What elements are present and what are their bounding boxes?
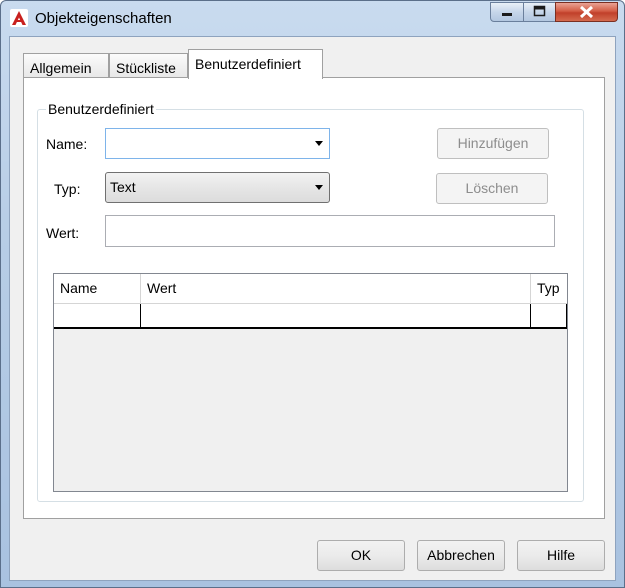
title-bar[interactable]: Objekteigenschaften: [1, 1, 624, 35]
chevron-down-icon[interactable]: [315, 141, 323, 146]
tab-panel: Benutzerdefiniert Name: Hinzufügen Typ: …: [23, 77, 605, 519]
chevron-down-icon[interactable]: [315, 185, 323, 190]
type-label: Typ:: [54, 181, 81, 197]
minimize-button[interactable]: [490, 2, 524, 22]
group-title: Benutzerdefiniert: [46, 101, 156, 117]
help-button[interactable]: Hilfe: [517, 540, 605, 571]
delete-button[interactable]: Löschen: [436, 173, 548, 204]
tab-label: Allgemein: [30, 60, 92, 76]
tab-label: Stückliste: [116, 60, 176, 76]
tab-stueckliste[interactable]: Stückliste: [109, 53, 188, 79]
table-header: Name Wert Typ: [54, 274, 567, 304]
ok-button[interactable]: OK: [317, 540, 405, 571]
maximize-button[interactable]: [523, 2, 556, 22]
type-dropdown[interactable]: Text: [105, 172, 330, 203]
custom-properties-group: Benutzerdefiniert Name: Hinzufügen Typ: …: [37, 101, 584, 502]
window-title: Objekteigenschaften: [35, 10, 172, 27]
value-input[interactable]: [105, 215, 555, 247]
maximize-icon: [533, 5, 546, 17]
properties-table[interactable]: Name Wert Typ: [53, 273, 568, 492]
close-button[interactable]: [555, 2, 618, 22]
column-header-type[interactable]: Typ: [531, 274, 567, 303]
dialog-client-area: Allgemein Stückliste Benutzerdefiniert B…: [9, 36, 616, 581]
table-cell-name[interactable]: [54, 304, 141, 327]
cancel-button[interactable]: Abbrechen: [417, 540, 505, 571]
name-label: Name:: [46, 136, 88, 152]
tab-label: Benutzerdefiniert: [195, 56, 301, 72]
add-button[interactable]: Hinzufügen: [437, 128, 549, 159]
name-combobox[interactable]: [105, 128, 330, 159]
column-header-value[interactable]: Wert: [141, 274, 531, 303]
minimize-icon: [502, 13, 512, 16]
dialog-window: Objekteigenschaften Allgemein Stückliste…: [0, 0, 625, 588]
table-row[interactable]: [54, 304, 567, 329]
type-value: Text: [110, 179, 136, 195]
tab-allgemein[interactable]: Allgemein: [23, 53, 109, 79]
tab-benutzerdefiniert[interactable]: Benutzerdefiniert: [188, 49, 323, 79]
close-icon: [579, 5, 594, 19]
autocad-a-icon: [10, 9, 28, 27]
column-header-name[interactable]: Name: [54, 274, 141, 303]
value-label: Wert:: [46, 225, 80, 241]
table-cell-type[interactable]: [531, 304, 567, 327]
table-cell-value[interactable]: [141, 304, 531, 327]
